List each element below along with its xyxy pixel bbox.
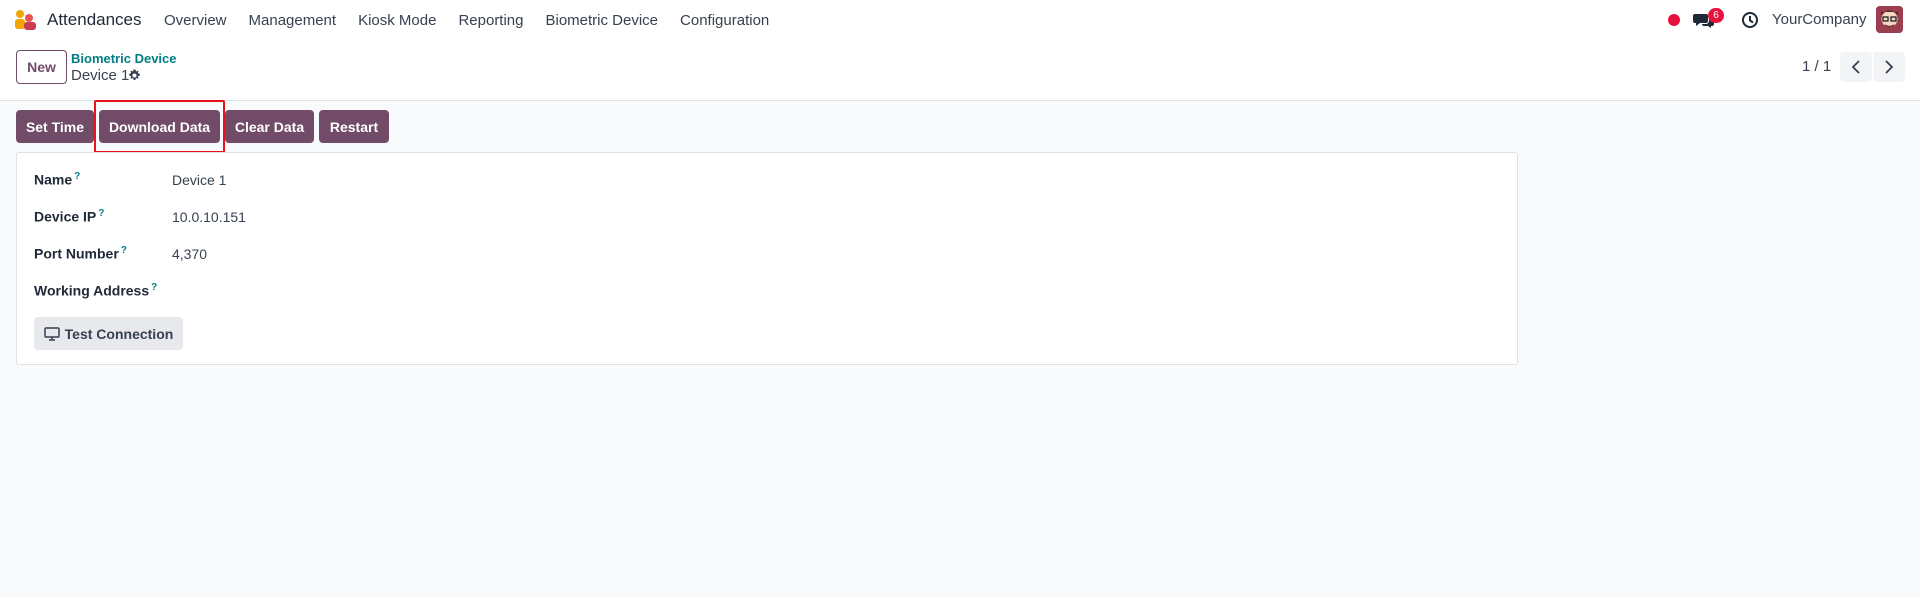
- menu-item-management[interactable]: Management: [249, 12, 337, 29]
- field-label-working-address: Working Address?: [34, 282, 158, 299]
- new-button[interactable]: New: [16, 50, 67, 84]
- help-tooltip-icon[interactable]: ?: [151, 282, 157, 293]
- menu-item-biometric-device[interactable]: Biometric Device: [546, 12, 659, 29]
- monitor-icon: [43, 326, 60, 341]
- recording-dot-icon[interactable]: [1668, 14, 1680, 26]
- field-label-name: Name?: [34, 171, 81, 188]
- name-value[interactable]: Device 1: [172, 172, 226, 188]
- pager-next-button[interactable]: [1873, 52, 1905, 82]
- pager-value[interactable]: 1 / 1: [1802, 58, 1831, 75]
- test-connection-label: Test Connection: [64, 325, 174, 342]
- chevron-left-icon: [1851, 60, 1860, 74]
- menu-item-configuration[interactable]: Configuration: [680, 12, 769, 29]
- help-tooltip-icon[interactable]: ?: [98, 208, 104, 219]
- form-sheet: Name? Device 1 Device IP? 10.0.10.151 Po…: [16, 152, 1518, 365]
- device-ip-value[interactable]: 10.0.10.151: [172, 209, 246, 225]
- chat-count-badge: 6: [1708, 8, 1724, 23]
- field-label-port-number: Port Number?: [34, 245, 127, 262]
- chevron-right-icon: [1885, 60, 1894, 74]
- set-time-button[interactable]: Set Time: [16, 110, 94, 143]
- clock-icon[interactable]: [1741, 11, 1759, 29]
- test-connection-button[interactable]: Test Connection: [34, 317, 183, 350]
- main-menu: Overview Management Kiosk Mode Reporting…: [164, 0, 791, 40]
- port-number-value[interactable]: 4,370: [172, 246, 207, 262]
- top-navbar: Attendances Overview Management Kiosk Mo…: [0, 0, 1920, 40]
- company-switcher[interactable]: YourCompany: [1772, 11, 1867, 28]
- control-panel: New Biometric Device Device 1 1 / 1: [0, 40, 1920, 101]
- pager-previous-button[interactable]: [1840, 52, 1872, 82]
- menu-item-overview[interactable]: Overview: [164, 12, 227, 29]
- attendances-logo-icon[interactable]: [14, 9, 38, 31]
- app-name[interactable]: Attendances: [47, 10, 142, 30]
- help-tooltip-icon[interactable]: ?: [74, 171, 80, 182]
- gear-icon[interactable]: [128, 69, 141, 82]
- user-avatar[interactable]: [1876, 6, 1903, 33]
- help-tooltip-icon[interactable]: ?: [121, 245, 127, 256]
- restart-button[interactable]: Restart: [319, 110, 389, 143]
- breadcrumb-parent[interactable]: Biometric Device: [71, 51, 177, 66]
- download-data-button[interactable]: Download Data: [99, 110, 220, 143]
- field-label-device-ip: Device IP?: [34, 208, 105, 225]
- menu-item-kiosk-mode[interactable]: Kiosk Mode: [358, 12, 436, 29]
- clear-data-button[interactable]: Clear Data: [225, 110, 314, 143]
- menu-item-reporting[interactable]: Reporting: [458, 12, 523, 29]
- breadcrumb-current: Device 1: [71, 67, 130, 84]
